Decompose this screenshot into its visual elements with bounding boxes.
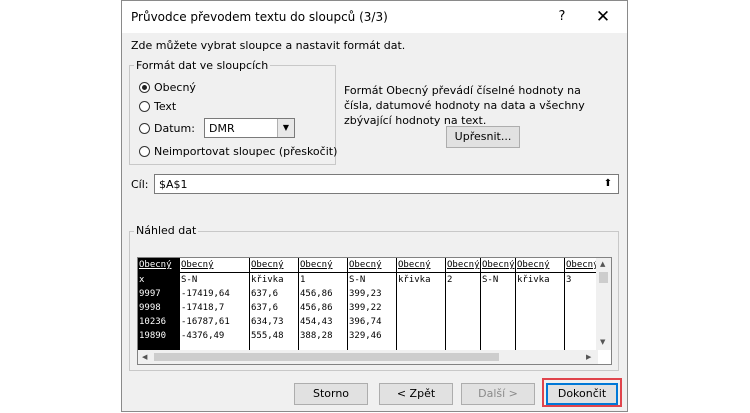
intro-text: Zde můžete vybrat sloupce a nastavit for… [131, 39, 406, 52]
preview-column-1[interactable]: Obecný x 9997 9998 10236 19890 [138, 258, 180, 352]
preview-cell: 634,73 [251, 317, 284, 327]
preview-column-7[interactable]: Obecný 2 [446, 258, 481, 352]
scroll-up-icon[interactable]: ▲ [600, 260, 605, 268]
advanced-button[interactable]: Upřesnit... [446, 126, 520, 148]
preview-cell: x [139, 275, 145, 285]
preview-cell: S-N [349, 275, 366, 285]
scroll-down-icon[interactable]: ▼ [600, 338, 605, 346]
column-header: Obecný [180, 258, 249, 273]
preview-cell: 396,74 [349, 317, 382, 327]
destination-value: $A$1 [159, 178, 188, 191]
preview-cell: 454,43 [300, 317, 333, 327]
chevron-down-icon[interactable]: ▼ [277, 119, 294, 137]
preview-column-8[interactable]: Obecný S-N [481, 258, 516, 352]
data-preview[interactable]: Obecný x 9997 9998 10236 19890 Obecný S-… [137, 257, 612, 365]
preview-column-5[interactable]: Obecný S-N 399,23 399,22 396,74 329,46 [348, 258, 397, 352]
preview-cell: 2 [447, 275, 453, 285]
preview-cell: 9998 [139, 303, 161, 313]
radio-text-button[interactable] [139, 101, 150, 112]
radio-skip-button[interactable] [139, 146, 150, 157]
column-header: Obecný [481, 258, 515, 273]
preview-cell: -17419,64 [181, 289, 230, 299]
preview-label: Náhled dat [134, 224, 199, 237]
next-button[interactable]: Další > [461, 383, 535, 405]
help-button[interactable]: ? [552, 7, 572, 27]
preview-cell: křivka [251, 275, 284, 285]
vertical-scroll-thumb[interactable] [599, 272, 608, 283]
column-header: Obecný [138, 258, 179, 273]
radio-skip[interactable]: Neimportovat sloupec (přeskočit) [139, 145, 337, 158]
radio-general-label: Obecný [154, 81, 196, 94]
format-description: Formát Obecný převádí číselné hodnoty na… [344, 84, 585, 127]
column-header: Obecný [348, 258, 396, 273]
preview-cell: 10236 [139, 317, 167, 327]
preview-column-9[interactable]: Obecný křivka [516, 258, 565, 352]
preview-column-2[interactable]: Obecný S-N -17419,64 -17418,7 -16787,61 … [180, 258, 250, 352]
dialog-title: Průvodce převodem textu do sloupců (3/3) [131, 10, 388, 24]
preview-cell: 388,28 [300, 331, 333, 341]
preview-cell: -17418,7 [181, 303, 225, 313]
preview-cell: křivka [517, 275, 550, 285]
radio-skip-label: Neimportovat sloupec (přeskočit) [154, 145, 338, 158]
preview-column-4[interactable]: Obecný 1 456,86 456,86 454,43 388,28 [299, 258, 348, 352]
preview-cell: 399,22 [349, 303, 382, 313]
destination-label: Cíl: [131, 178, 149, 191]
scroll-left-icon[interactable]: ◀ [142, 353, 147, 361]
preview-column-3[interactable]: Obecný křivka 637,6 637,6 634,73 555,48 [250, 258, 299, 352]
horizontal-scrollbar[interactable]: ◀ ▶ [138, 350, 598, 364]
destination-input[interactable]: $A$1 ⬆ [154, 174, 619, 194]
preview-column-6[interactable]: Obecný křivka [397, 258, 446, 352]
preview-cell: 637,6 [251, 289, 279, 299]
radio-date-label: Datum: [154, 122, 195, 135]
preview-cell: S-N [482, 275, 499, 285]
collapse-dialog-icon[interactable]: ⬆ [599, 176, 617, 192]
column-header: Obecný [397, 258, 445, 273]
preview-cell: 19890 [139, 331, 167, 341]
radio-text-label: Text [154, 100, 177, 113]
preview-cell: 637,6 [251, 303, 279, 313]
preview-cell: S-N [181, 275, 198, 285]
vertical-scrollbar[interactable]: ▲ ▼ [596, 258, 611, 350]
column-header: Obecný [299, 258, 347, 273]
column-format-group-label: Formát dat ve sloupcích [134, 59, 271, 72]
preview-cell: křivka [398, 275, 431, 285]
preview-cell: 329,46 [349, 331, 382, 341]
preview-cell: -4376,49 [181, 331, 225, 341]
radio-date[interactable]: Datum: [139, 122, 195, 135]
text-to-columns-dialog: Průvodce převodem textu do sloupců (3/3)… [121, 0, 628, 412]
horizontal-scroll-thumb[interactable] [154, 353, 499, 361]
radio-date-button[interactable] [139, 123, 150, 134]
preview-cell: 456,86 [300, 289, 333, 299]
title-bar: Průvodce převodem textu do sloupců (3/3)… [122, 1, 627, 33]
preview-cell: 9997 [139, 289, 161, 299]
radio-text[interactable]: Text [139, 100, 176, 113]
radio-general-button[interactable] [139, 82, 150, 93]
cancel-button[interactable]: Storno [294, 383, 368, 405]
radio-general[interactable]: Obecný [139, 81, 196, 94]
scroll-right-icon[interactable]: ▶ [586, 353, 591, 361]
preview-cell: 399,23 [349, 289, 382, 299]
column-header: Obecný [446, 258, 480, 273]
back-button[interactable]: < Zpět [379, 383, 453, 405]
date-format-select[interactable]: DMR ▼ [204, 118, 295, 138]
column-header: Obecný [516, 258, 564, 273]
preview-cell: 1 [300, 275, 306, 285]
finish-highlight-box [542, 378, 622, 407]
preview-cell: 555,48 [251, 331, 284, 341]
column-header: Obecný [250, 258, 298, 273]
preview-cell: -16787,61 [181, 317, 230, 327]
close-button[interactable]: ✕ [592, 6, 614, 28]
preview-cell: 456,86 [300, 303, 333, 313]
date-format-value: DMR [209, 122, 235, 135]
